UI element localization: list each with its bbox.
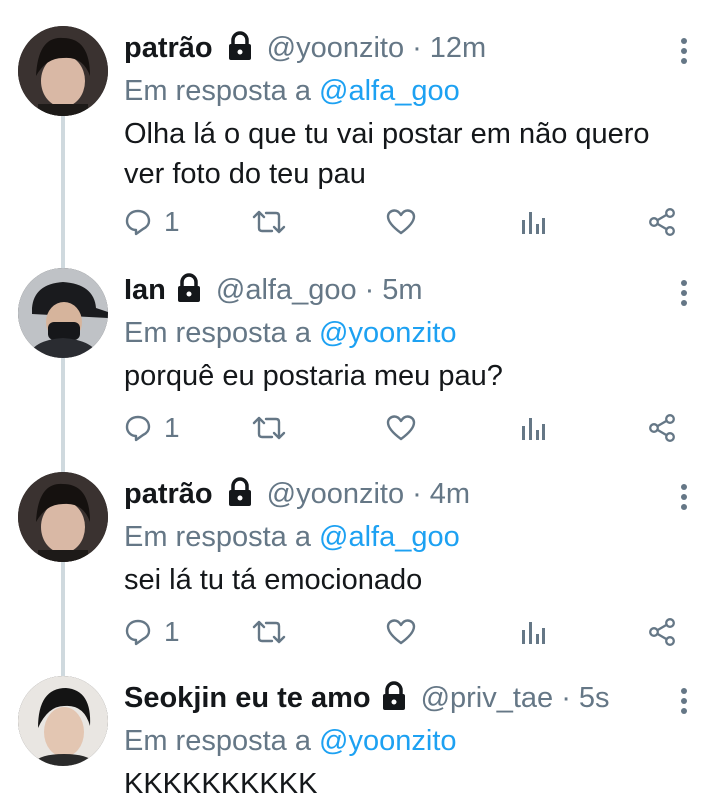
tweet-text-line: ver foto do teu pau (124, 158, 366, 190)
separator: · (412, 31, 422, 64)
display-name[interactable]: patrão (124, 478, 213, 511)
heart-icon (386, 208, 416, 236)
reply-count: 1 (164, 616, 180, 647)
thread-line (61, 562, 65, 676)
timestamp[interactable]: 5s (579, 682, 610, 715)
lock-icon (225, 477, 255, 507)
separator: · (364, 273, 375, 306)
more-vertical-icon[interactable] (674, 686, 694, 716)
display-name[interactable]: patrão (124, 32, 213, 65)
comment-icon (124, 414, 152, 442)
analytics-button[interactable] (520, 408, 546, 448)
display-name[interactable]: Ian (124, 274, 166, 307)
reply-button[interactable]: 1 (124, 612, 180, 652)
separator: · (412, 477, 422, 510)
tweet-text: KKKKKKKKKK (124, 764, 674, 804)
retweet-icon (252, 618, 286, 646)
user-handle[interactable]: @alfa_goo (216, 274, 357, 307)
user-handle[interactable]: @yoonzito (267, 32, 404, 65)
reply-count: 1 (164, 412, 180, 443)
avatar[interactable] (18, 472, 108, 562)
mention-link[interactable]: @alfa_goo (319, 521, 460, 553)
more-vertical-icon[interactable] (674, 278, 694, 308)
lock-icon (225, 31, 255, 61)
retweet-button[interactable] (252, 612, 286, 652)
comment-icon (124, 208, 152, 236)
thread-line (61, 116, 65, 268)
tweet-text: Olha lá o que tu vai postar em não quero… (124, 114, 674, 194)
reply-count: 1 (164, 206, 180, 237)
retweet-icon (252, 414, 286, 442)
tweet-text: porquê eu postaria meu pau? (124, 356, 674, 396)
reply-context: Em resposta a @alfa_goo (124, 72, 674, 110)
retweet-button[interactable] (252, 408, 286, 448)
reply-prefix: Em resposta a (124, 521, 311, 553)
tweet-text-line: porquê eu postaria meu pau? (124, 360, 503, 392)
reply-prefix: Em resposta a (124, 75, 311, 107)
heart-icon (386, 414, 416, 442)
tweet-text-line: KKKKKKKKKK (124, 768, 318, 800)
lock-icon (174, 273, 204, 303)
action-bar: 1 (124, 408, 680, 448)
reply-prefix: Em resposta a (124, 725, 311, 757)
like-button[interactable] (386, 202, 416, 242)
thread-line (61, 358, 65, 472)
analytics-icon (520, 618, 546, 646)
tweet-text-line: Olha lá o que tu vai postar em não quero (124, 118, 650, 150)
analytics-button[interactable] (520, 612, 546, 652)
share-button[interactable] (648, 408, 676, 448)
comment-icon (124, 618, 152, 646)
share-button[interactable] (648, 612, 676, 652)
like-button[interactable] (386, 408, 416, 448)
analytics-button[interactable] (520, 202, 546, 242)
analytics-icon (520, 414, 546, 442)
reply-button[interactable]: 1 (124, 202, 180, 242)
share-icon (648, 208, 676, 236)
reply-button[interactable]: 1 (124, 408, 180, 448)
mention-link[interactable]: @alfa_goo (319, 75, 460, 107)
reply-context: Em resposta a @yoonzito (124, 314, 674, 352)
share-icon (648, 414, 676, 442)
tweet-text: sei lá tu tá emocionado (124, 560, 674, 600)
mention-link[interactable]: @yoonzito (319, 725, 456, 757)
mention-link[interactable]: @yoonzito (319, 317, 456, 349)
analytics-icon (520, 208, 546, 236)
reply-context: Em resposta a @yoonzito (124, 722, 674, 760)
user-handle[interactable]: @priv_tae (421, 682, 554, 715)
action-bar: 1 (124, 202, 680, 242)
tweet-text-line: sei lá tu tá emocionado (124, 564, 423, 596)
retweet-button[interactable] (252, 202, 286, 242)
like-button[interactable] (386, 612, 416, 652)
separator: · (561, 681, 571, 714)
timestamp[interactable]: 4m (430, 478, 470, 511)
retweet-icon (252, 208, 286, 236)
timestamp[interactable]: 5m (382, 274, 422, 307)
avatar[interactable] (18, 268, 108, 358)
share-button[interactable] (648, 202, 676, 242)
share-icon (648, 618, 676, 646)
display-name[interactable]: Seokjin eu te amo (124, 682, 371, 715)
action-bar: 1 (124, 612, 680, 652)
lock-icon (379, 681, 409, 711)
heart-icon (386, 618, 416, 646)
reply-context: Em resposta a @alfa_goo (124, 518, 674, 556)
avatar[interactable] (18, 676, 108, 766)
avatar[interactable] (18, 26, 108, 116)
reply-prefix: Em resposta a (124, 317, 311, 349)
more-vertical-icon[interactable] (674, 482, 694, 512)
timestamp[interactable]: 12m (430, 32, 486, 65)
more-vertical-icon[interactable] (674, 36, 694, 66)
user-handle[interactable]: @yoonzito (267, 478, 404, 511)
